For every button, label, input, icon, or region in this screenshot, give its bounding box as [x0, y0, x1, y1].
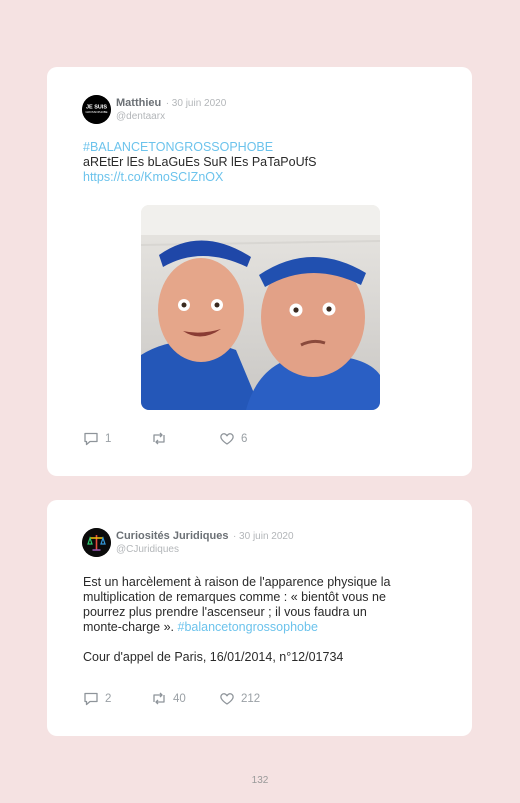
avatar[interactable]: [82, 528, 111, 557]
reply-icon: [84, 432, 98, 446]
tweet-actions: 2 40 212: [83, 691, 260, 706]
tweet-body-line: multiplication de remarques comme : « bi…: [83, 590, 386, 604]
page-number: 132: [251, 775, 269, 786]
author-name[interactable]: Curiosités Juridiques: [116, 530, 228, 542]
reply-count: 2: [105, 692, 112, 705]
svg-text:GROSSOPHOBE: GROSSOPHOBE: [85, 110, 107, 114]
avatar[interactable]: JE SUIS GROSSOPHOBE: [82, 95, 111, 124]
tweet-citation: Cour d'appel de Paris, 16/01/2014, n°12/…: [83, 650, 344, 664]
scales-of-justice-icon: [82, 528, 111, 557]
reply-action[interactable]: 1: [83, 431, 151, 446]
tweet-card-1: JE SUIS GROSSOPHOBE Matthieu · 30 juin 2…: [47, 67, 472, 476]
tweet-date[interactable]: · 30 juin 2020: [233, 531, 294, 542]
like-count: 212: [241, 692, 261, 705]
tweet-url-link[interactable]: https://t.co/KmoSCIZnOX: [83, 170, 316, 185]
like-count: 6: [241, 432, 248, 445]
like-icon: [220, 693, 234, 705]
author-handle[interactable]: @CJuridiques: [116, 543, 294, 556]
like-icon: [220, 433, 234, 445]
like-action[interactable]: 6: [219, 431, 247, 446]
tweet-body-line: pourrez plus prendre l'ascenseur ; il vo…: [83, 605, 367, 619]
hashtag-link[interactable]: #balancetongrossophobe: [178, 620, 318, 634]
retweet-icon: [153, 692, 165, 705]
reply-icon: [84, 692, 98, 706]
selfie-photo-image: [141, 205, 380, 410]
tweet-body-line: aREtEr lEs bLaGuEs SuR lEs PaTaPoUfS: [83, 155, 317, 169]
hashtag-link[interactable]: #BALANCETONGROSSOPHOBE: [83, 140, 316, 155]
tweet-body-text: monte-charge ».: [83, 620, 178, 634]
reply-action[interactable]: 2: [83, 691, 151, 706]
avatar-logo-icon: JE SUIS GROSSOPHOBE: [82, 95, 111, 124]
reply-count: 1: [105, 432, 112, 445]
retweet-action[interactable]: [151, 431, 219, 446]
tweet-card-2: Curiosités Juridiques · 30 juin 2020 @CJ…: [47, 500, 472, 736]
retweet-action[interactable]: 40: [151, 691, 219, 706]
author-name[interactable]: Matthieu: [116, 97, 161, 109]
tweet-body-line: Est un harcèlement à raison de l'apparen…: [83, 575, 391, 589]
retweet-icon: [153, 432, 165, 445]
tweet-text: #BALANCETONGROSSOPHOBE aREtEr lEs bLaGuE…: [83, 140, 316, 185]
retweet-count: 40: [173, 692, 186, 705]
tweet-photo[interactable]: [141, 205, 380, 410]
tweet-date[interactable]: · 30 juin 2020: [166, 98, 227, 109]
tweet-body-line: monte-charge ». #balancetongrossophobe: [83, 620, 390, 635]
tweet-actions: 1 6: [83, 431, 247, 446]
like-action[interactable]: 212: [219, 691, 260, 706]
author-handle[interactable]: @dentaarx: [116, 110, 226, 123]
tweet-text: Est un harcèlement à raison de l'apparen…: [83, 575, 390, 665]
